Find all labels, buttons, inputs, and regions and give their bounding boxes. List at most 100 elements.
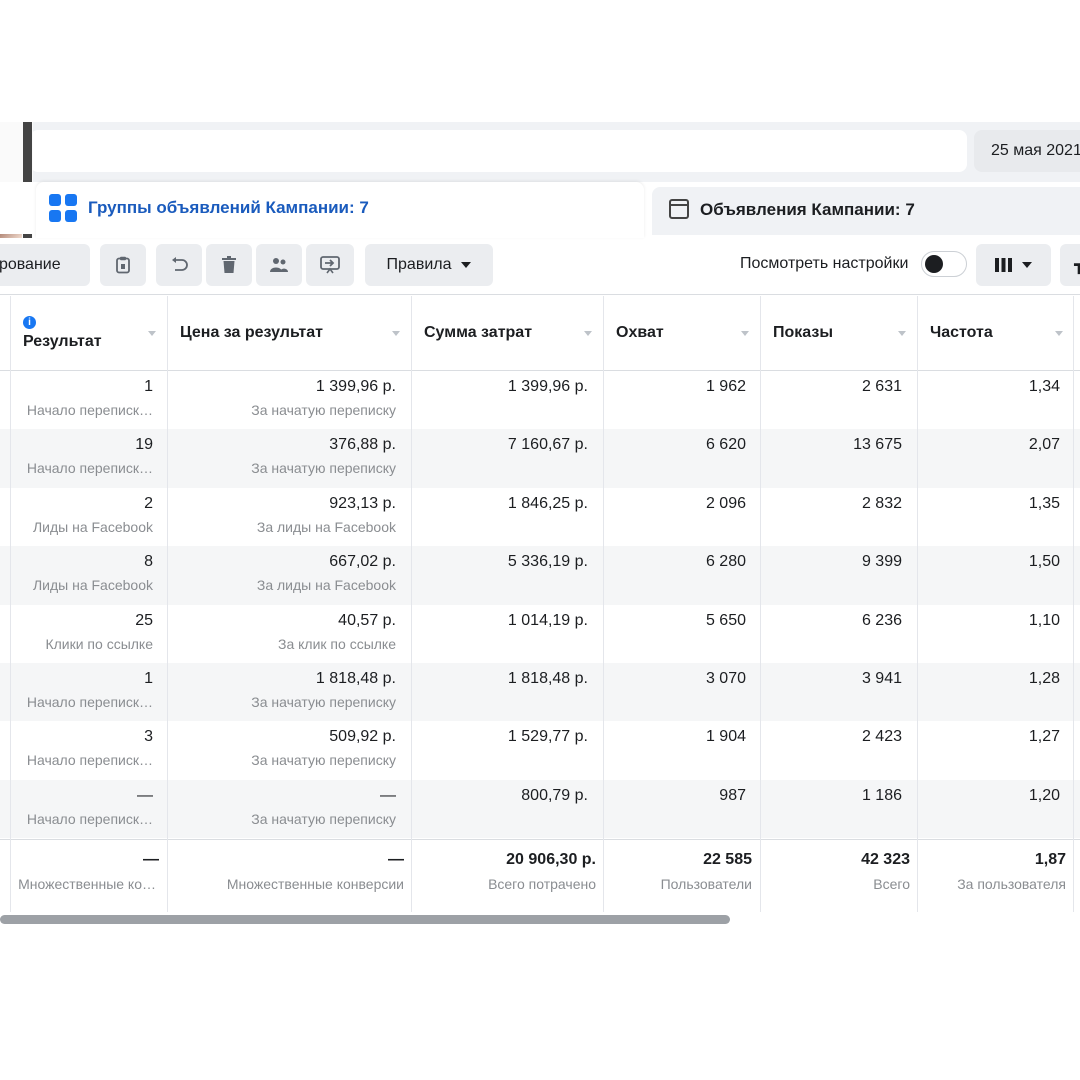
table-row[interactable]: 25 Клики по ссылке 40,57 р. За клик по ссыл… [0, 605, 1080, 663]
cell-impressions: 13 675 [853, 436, 902, 454]
cell-spend: 1 818,48 р. [507, 670, 588, 687]
total-spend-sub: Всего потрачено [488, 876, 596, 892]
audience-button[interactable] [256, 244, 302, 286]
column-divider[interactable] [411, 296, 412, 912]
cell-cost_type: За начатую переписку [251, 402, 396, 418]
cell-cost: 923,13 р. [329, 494, 396, 512]
table-row[interactable]: — Начало переписк… — За начатую переписку 80… [0, 779, 1080, 839]
totals-row: — Множественные ко… — Множественные конв… [0, 839, 1080, 913]
cell-cost_type: За начатую переписку [251, 752, 396, 769]
cell-cost_type: За лиды на Facebook [256, 577, 396, 594]
cell-spend: 800,79 р. [521, 786, 588, 804]
total-cost-sub: Множественные конверсии [226, 876, 404, 892]
info-icon[interactable]: i [23, 316, 36, 329]
cell-cost: 1 818,48 р. [315, 670, 396, 687]
cell-frequency: 1,20 [1028, 786, 1060, 804]
cell-impressions: 9 399 [861, 553, 902, 571]
chevron-down-icon [1022, 262, 1032, 268]
column-header-frequency[interactable]: Частота [930, 324, 993, 342]
table-row[interactable]: 1 Начало переписк… 1 399,96 р. За начатую п… [0, 371, 1080, 429]
total-cost: — [388, 851, 404, 868]
rules-dropdown[interactable]: Правила [365, 244, 493, 286]
tab-ad-groups-label: Группы объявлений Кампании: 7 [88, 198, 369, 217]
cell-result_type: Начало переписк… [26, 810, 153, 827]
sort-icon[interactable] [392, 331, 400, 336]
clipboard-button[interactable] [100, 244, 146, 286]
cell-impressions: 2 631 [861, 378, 902, 395]
export-button[interactable] [306, 244, 354, 286]
table-row[interactable]: 3 Начало переписк… 509,92 р. За начатую пер… [0, 721, 1080, 779]
cell-result_type: Начало переписк… [26, 402, 153, 418]
cell-result: 1 [144, 378, 153, 395]
cell-cost_type: За начатую переписку [251, 460, 396, 477]
breakdown-icon: ┳ [1074, 257, 1080, 274]
undo-button[interactable] [156, 244, 202, 286]
table-row[interactable]: 8 Лиды на Facebook 667,02 р. За лиды на Fac… [0, 546, 1080, 605]
breakdown-button[interactable]: ┳ [1060, 244, 1080, 286]
column-header-reach[interactable]: Охват [616, 324, 664, 342]
trash-icon [222, 256, 236, 273]
table-row[interactable]: 1 Начало переписк… 1 818,48 р. За начатую п… [0, 663, 1080, 722]
view-settings-toggle[interactable] [921, 251, 967, 277]
clipboard-icon [116, 256, 130, 274]
column-divider[interactable] [167, 296, 168, 912]
cell-cost: 40,57 р. [338, 611, 396, 629]
sort-icon[interactable] [1055, 331, 1063, 336]
cell-spend: 1 014,19 р. [507, 611, 588, 629]
export-icon [320, 256, 340, 274]
cell-result_type: Клики по ссылке [45, 635, 153, 652]
column-header-spend[interactable]: Сумма затрат [424, 324, 532, 342]
cell-result: — [137, 786, 153, 804]
cell-cost: 1 399,96 р. [315, 378, 396, 395]
column-header-impressions[interactable]: Показы [773, 324, 833, 342]
rules-label: Правила [386, 256, 452, 273]
cell-spend: 5 336,19 р. [507, 553, 588, 571]
column-divider[interactable] [1073, 296, 1074, 912]
cell-result_type: Лиды на Facebook [32, 577, 153, 594]
cell-cost_type: За начатую переписку [251, 810, 396, 827]
table-header [0, 296, 1080, 371]
cell-spend: 1 529,77 р. [507, 728, 588, 746]
columns-button[interactable] [976, 244, 1051, 286]
ads-window-icon [669, 199, 689, 219]
cell-result: 2 [144, 494, 153, 512]
cell-cost: 667,02 р. [329, 553, 396, 571]
column-divider[interactable] [760, 296, 761, 912]
cell-result: 25 [135, 611, 153, 629]
sort-icon[interactable] [741, 331, 749, 336]
delete-button[interactable] [206, 244, 252, 286]
cell-cost_type: За клик по ссылке [278, 635, 396, 652]
total-reach: 22 585 [703, 851, 752, 868]
cell-impressions: 3 941 [861, 670, 902, 687]
horizontal-scrollbar-thumb[interactable] [0, 915, 730, 924]
cell-frequency: 1,50 [1028, 553, 1060, 571]
cell-result_type: Начало переписк… [26, 460, 153, 477]
table-row[interactable]: 19 Начало переписк… 376,88 р. За начатую пе… [0, 429, 1080, 488]
column-divider[interactable] [917, 296, 918, 912]
toolbar-divider [0, 294, 1080, 295]
total-result-sub: Множественные ко… [18, 876, 156, 892]
cell-spend: 1 846,25 р. [507, 494, 588, 512]
cell-reach: 5 650 [705, 611, 746, 629]
total-impressions: 42 323 [861, 851, 910, 868]
column-header-cost-per-result[interactable]: Цена за результат [180, 324, 323, 342]
column-header-result[interactable]: Результат [23, 333, 102, 351]
duplicate-button[interactable]: ирование [0, 244, 90, 286]
cell-reach: 3 070 [705, 670, 746, 687]
total-frequency-sub: За пользователя [957, 876, 1066, 892]
column-divider[interactable] [603, 296, 604, 912]
search-field[interactable] [30, 130, 967, 172]
cell-result: 8 [144, 553, 153, 571]
cell-spend: 7 160,67 р. [507, 436, 588, 454]
cell-impressions: 6 236 [861, 611, 902, 629]
chevron-down-icon [461, 262, 472, 268]
sort-icon[interactable] [898, 331, 906, 336]
cell-result_type: Лиды на Facebook [32, 518, 153, 535]
sort-icon[interactable] [584, 331, 592, 336]
table-row[interactable]: 2 Лиды на Facebook 923,13 р. За лиды на Fac… [0, 488, 1080, 546]
cell-frequency: 1,34 [1028, 378, 1060, 395]
cell-frequency: 1,28 [1028, 670, 1060, 687]
sort-icon[interactable] [148, 331, 156, 336]
date-range-picker[interactable]: 25 мая 2021 [974, 130, 1080, 172]
cell-result: 3 [144, 728, 153, 746]
